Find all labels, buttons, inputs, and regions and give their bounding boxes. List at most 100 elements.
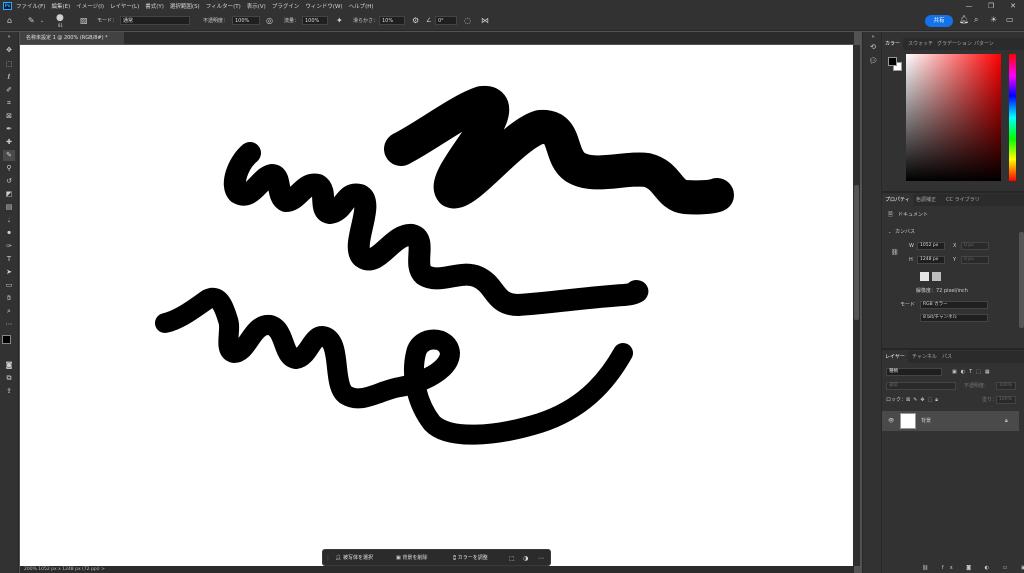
tab-patterns[interactable]: パターン [974, 38, 994, 50]
layer-action-icons[interactable]: ⛓ fx ◙ ◐ ▭ ▣ 🗑︎ [922, 564, 1024, 572]
brush-settings-icon[interactable]: ▨ [80, 16, 88, 26]
healing-brush-tool-icon[interactable]: ✚ [3, 137, 15, 148]
menu-help[interactable]: ヘルプ(H) [349, 2, 374, 10]
link-icon[interactable]: ⛓ [891, 249, 899, 257]
menu-image[interactable]: イメージ(I) [76, 2, 104, 10]
more-icon[interactable]: ⋯ [538, 553, 544, 564]
contrast-icon[interactable]: ◑ [523, 553, 528, 564]
color-field[interactable] [906, 54, 1001, 181]
menu-view[interactable]: 表示(V) [247, 2, 266, 10]
foreground-color-swatch[interactable] [2, 335, 11, 344]
move-tool-icon[interactable]: ✥ [3, 45, 15, 56]
layer-filter-icons[interactable]: ▣◐T⬚▦ [952, 368, 994, 376]
color-adjust-button[interactable]: ⧮ カラーを調整 [453, 553, 488, 564]
path-select-tool-icon[interactable]: ➤ [3, 267, 15, 278]
layer-opacity-field[interactable]: 100% [996, 382, 1016, 390]
pressure-opacity-icon[interactable]: ◎ [266, 16, 273, 26]
layer-row[interactable]: 👁︎ 背景 🔒︎ [882, 411, 1019, 431]
hand-tool-icon[interactable]: ✋︎ [3, 293, 15, 304]
tab-adjustments[interactable]: 色調補正 [916, 194, 936, 206]
lightbulb-icon[interactable]: ☀ [990, 15, 997, 25]
tab-cc-libraries[interactable]: CC ライブラリ [946, 194, 980, 206]
dodge-tool-icon[interactable]: ⚫ [3, 228, 15, 239]
color-mode-select[interactable]: RGB カラー [920, 301, 988, 309]
menu-plugins[interactable]: プラグイン [272, 2, 300, 10]
comment-icon[interactable]: 💬︎ [867, 56, 879, 67]
eraser-tool-icon[interactable]: ◩ [3, 189, 15, 200]
history-icon[interactable]: ⟲ [867, 42, 879, 53]
chevron-down-icon[interactable]: ⌄ [40, 16, 44, 26]
blend-mode-select[interactable]: 通常 [886, 382, 956, 390]
landscape-orientation-button[interactable] [932, 272, 941, 281]
lasso-tool-icon[interactable]: ℓ [3, 72, 15, 83]
layer-name[interactable]: 背景 [921, 417, 931, 425]
chevron-down-icon[interactable]: ⌄ [888, 228, 891, 236]
drag-handle-icon[interactable]: ⋮ [325, 553, 331, 564]
menu-layer[interactable]: レイヤー(L) [110, 2, 139, 10]
tab-gradients[interactable]: グラデーション [937, 38, 972, 50]
type-tool-icon[interactable]: T [3, 254, 15, 265]
menu-edit[interactable]: 編集(E) [51, 2, 70, 10]
close-icon[interactable]: ✕ [1002, 2, 1024, 10]
remove-background-button[interactable]: ▣ 背景を削除 [396, 553, 427, 564]
canvas[interactable] [20, 45, 853, 566]
history-brush-tool-icon[interactable]: ↺ [3, 176, 15, 187]
lock-icons[interactable]: ⊠✎✥⬚🔒︎ [906, 396, 941, 404]
layer-filter-input[interactable]: 種類 [886, 368, 942, 376]
vertical-scrollbar[interactable] [853, 45, 860, 566]
angle-field[interactable]: 0° [435, 16, 457, 25]
screen-mode-icon[interactable]: ⧉ [3, 373, 15, 384]
brush-tool-icon[interactable]: ✎ [3, 150, 15, 161]
menu-select[interactable]: 選択範囲(S) [170, 2, 200, 10]
rectangle-tool-icon[interactable]: ▭ [3, 280, 15, 291]
marquee-tool-icon[interactable]: ⬚ [3, 59, 15, 70]
bit-depth-select[interactable]: 8 bit/チャンネル [920, 314, 988, 322]
tab-properties[interactable]: プロパティ [882, 194, 913, 206]
mode-select[interactable]: 通常 [120, 16, 190, 25]
menu-window[interactable]: ウィンドウ(W) [305, 2, 342, 10]
home-icon[interactable]: ⌂ [7, 16, 12, 26]
airbrush-icon[interactable]: ✦ [336, 16, 343, 26]
minimize-icon[interactable]: — [958, 2, 980, 10]
portrait-orientation-button[interactable] [920, 272, 929, 281]
clone-stamp-tool-icon[interactable]: ⚲ [3, 163, 15, 174]
symmetry-icon[interactable]: ⋈ [481, 16, 489, 26]
frame-tool-icon[interactable]: ⊠ [3, 111, 15, 122]
collapse-icon[interactable]: » [3, 32, 15, 43]
foreground-color-swatch[interactable] [888, 57, 897, 66]
eyedropper-tool-icon[interactable]: ✒ [3, 124, 15, 135]
transform-icon[interactable]: ⬚ [509, 553, 515, 564]
bell-icon[interactable]: 🔔︎ [959, 15, 969, 25]
pressure-size-icon[interactable]: ◌ [464, 16, 471, 26]
fill-field[interactable]: 100% [996, 396, 1016, 404]
document-tab[interactable]: 名称未設定 1 @ 200% (RGB/8#) * [20, 32, 124, 44]
photoshop-logo-icon[interactable]: Ps [3, 1, 12, 10]
crop-tool-icon[interactable]: ⌗ [3, 98, 15, 109]
tab-color[interactable]: カラー [882, 38, 904, 50]
share-button[interactable]: 共有 [925, 15, 953, 27]
flow-field[interactable]: 100% [302, 16, 328, 25]
zoom-tool-icon[interactable]: ⌕ [3, 306, 15, 317]
brush-tool-icon[interactable]: ✎ [28, 16, 35, 26]
quick-mask-icon[interactable]: ◙ [3, 360, 15, 371]
eye-icon[interactable]: 👁︎ [888, 417, 894, 425]
hue-slider[interactable] [1009, 54, 1016, 181]
gradient-tool-icon[interactable]: ▤ [3, 202, 15, 213]
quick-select-tool-icon[interactable]: ✐ [3, 85, 15, 96]
y-field[interactable]: 0 px [961, 256, 989, 264]
restore-icon[interactable]: ❐ [980, 2, 1002, 10]
select-subject-button[interactable]: 👤︎ 被写体を選択 [335, 553, 373, 564]
tab-layers[interactable]: レイヤー [882, 351, 908, 363]
menu-file[interactable]: ファイル(F) [16, 2, 45, 10]
pen-tool-icon[interactable]: ✑ [3, 241, 15, 252]
width-field[interactable]: 1052 px [917, 242, 945, 250]
more-tools-icon[interactable]: ⋯ [3, 319, 15, 330]
height-field[interactable]: 1248 px [917, 256, 945, 264]
gear-icon[interactable]: ⚙ [412, 16, 419, 26]
share-for-review-icon[interactable]: ⇪ [3, 386, 15, 397]
opacity-field[interactable]: 100% [232, 16, 260, 25]
workspace-icon[interactable]: ▭ [1006, 15, 1014, 25]
tab-channels[interactable]: チャンネル [912, 351, 937, 363]
tab-paths[interactable]: パス [942, 351, 952, 363]
x-field[interactable]: 0 px [961, 242, 989, 250]
